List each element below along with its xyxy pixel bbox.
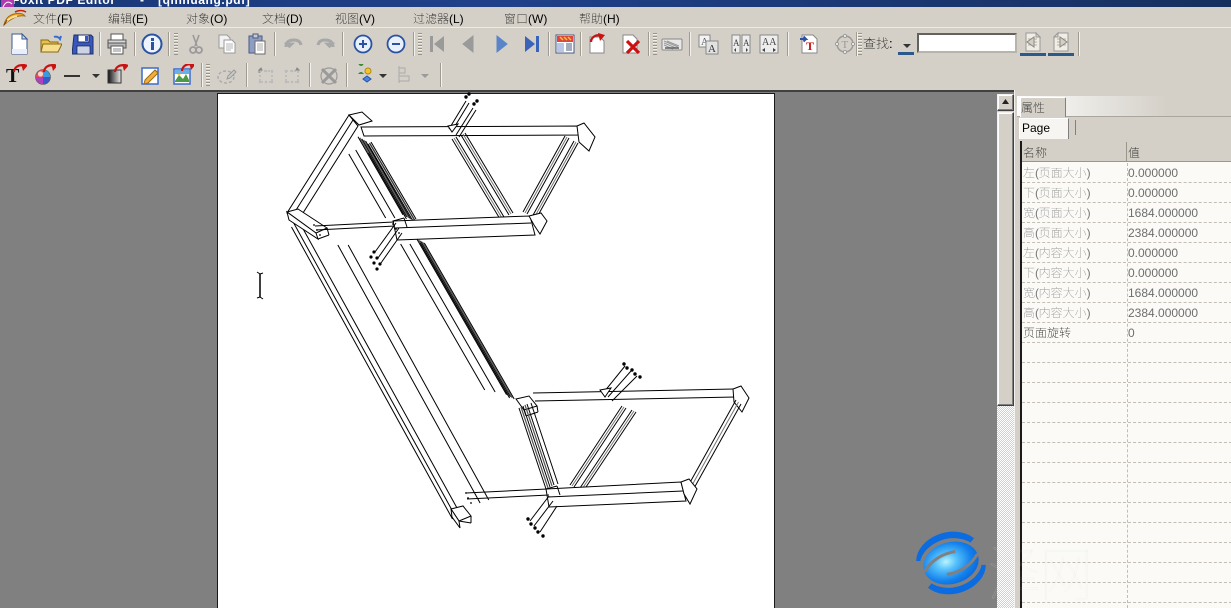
svg-text:T: T: [842, 39, 849, 51]
svg-text:A: A: [708, 43, 716, 55]
svg-text:T: T: [806, 39, 814, 53]
svg-text:T: T: [6, 65, 20, 86]
svg-text:A: A: [743, 38, 750, 48]
svg-text:A: A: [733, 38, 740, 48]
svg-text:AA: AA: [762, 37, 777, 48]
